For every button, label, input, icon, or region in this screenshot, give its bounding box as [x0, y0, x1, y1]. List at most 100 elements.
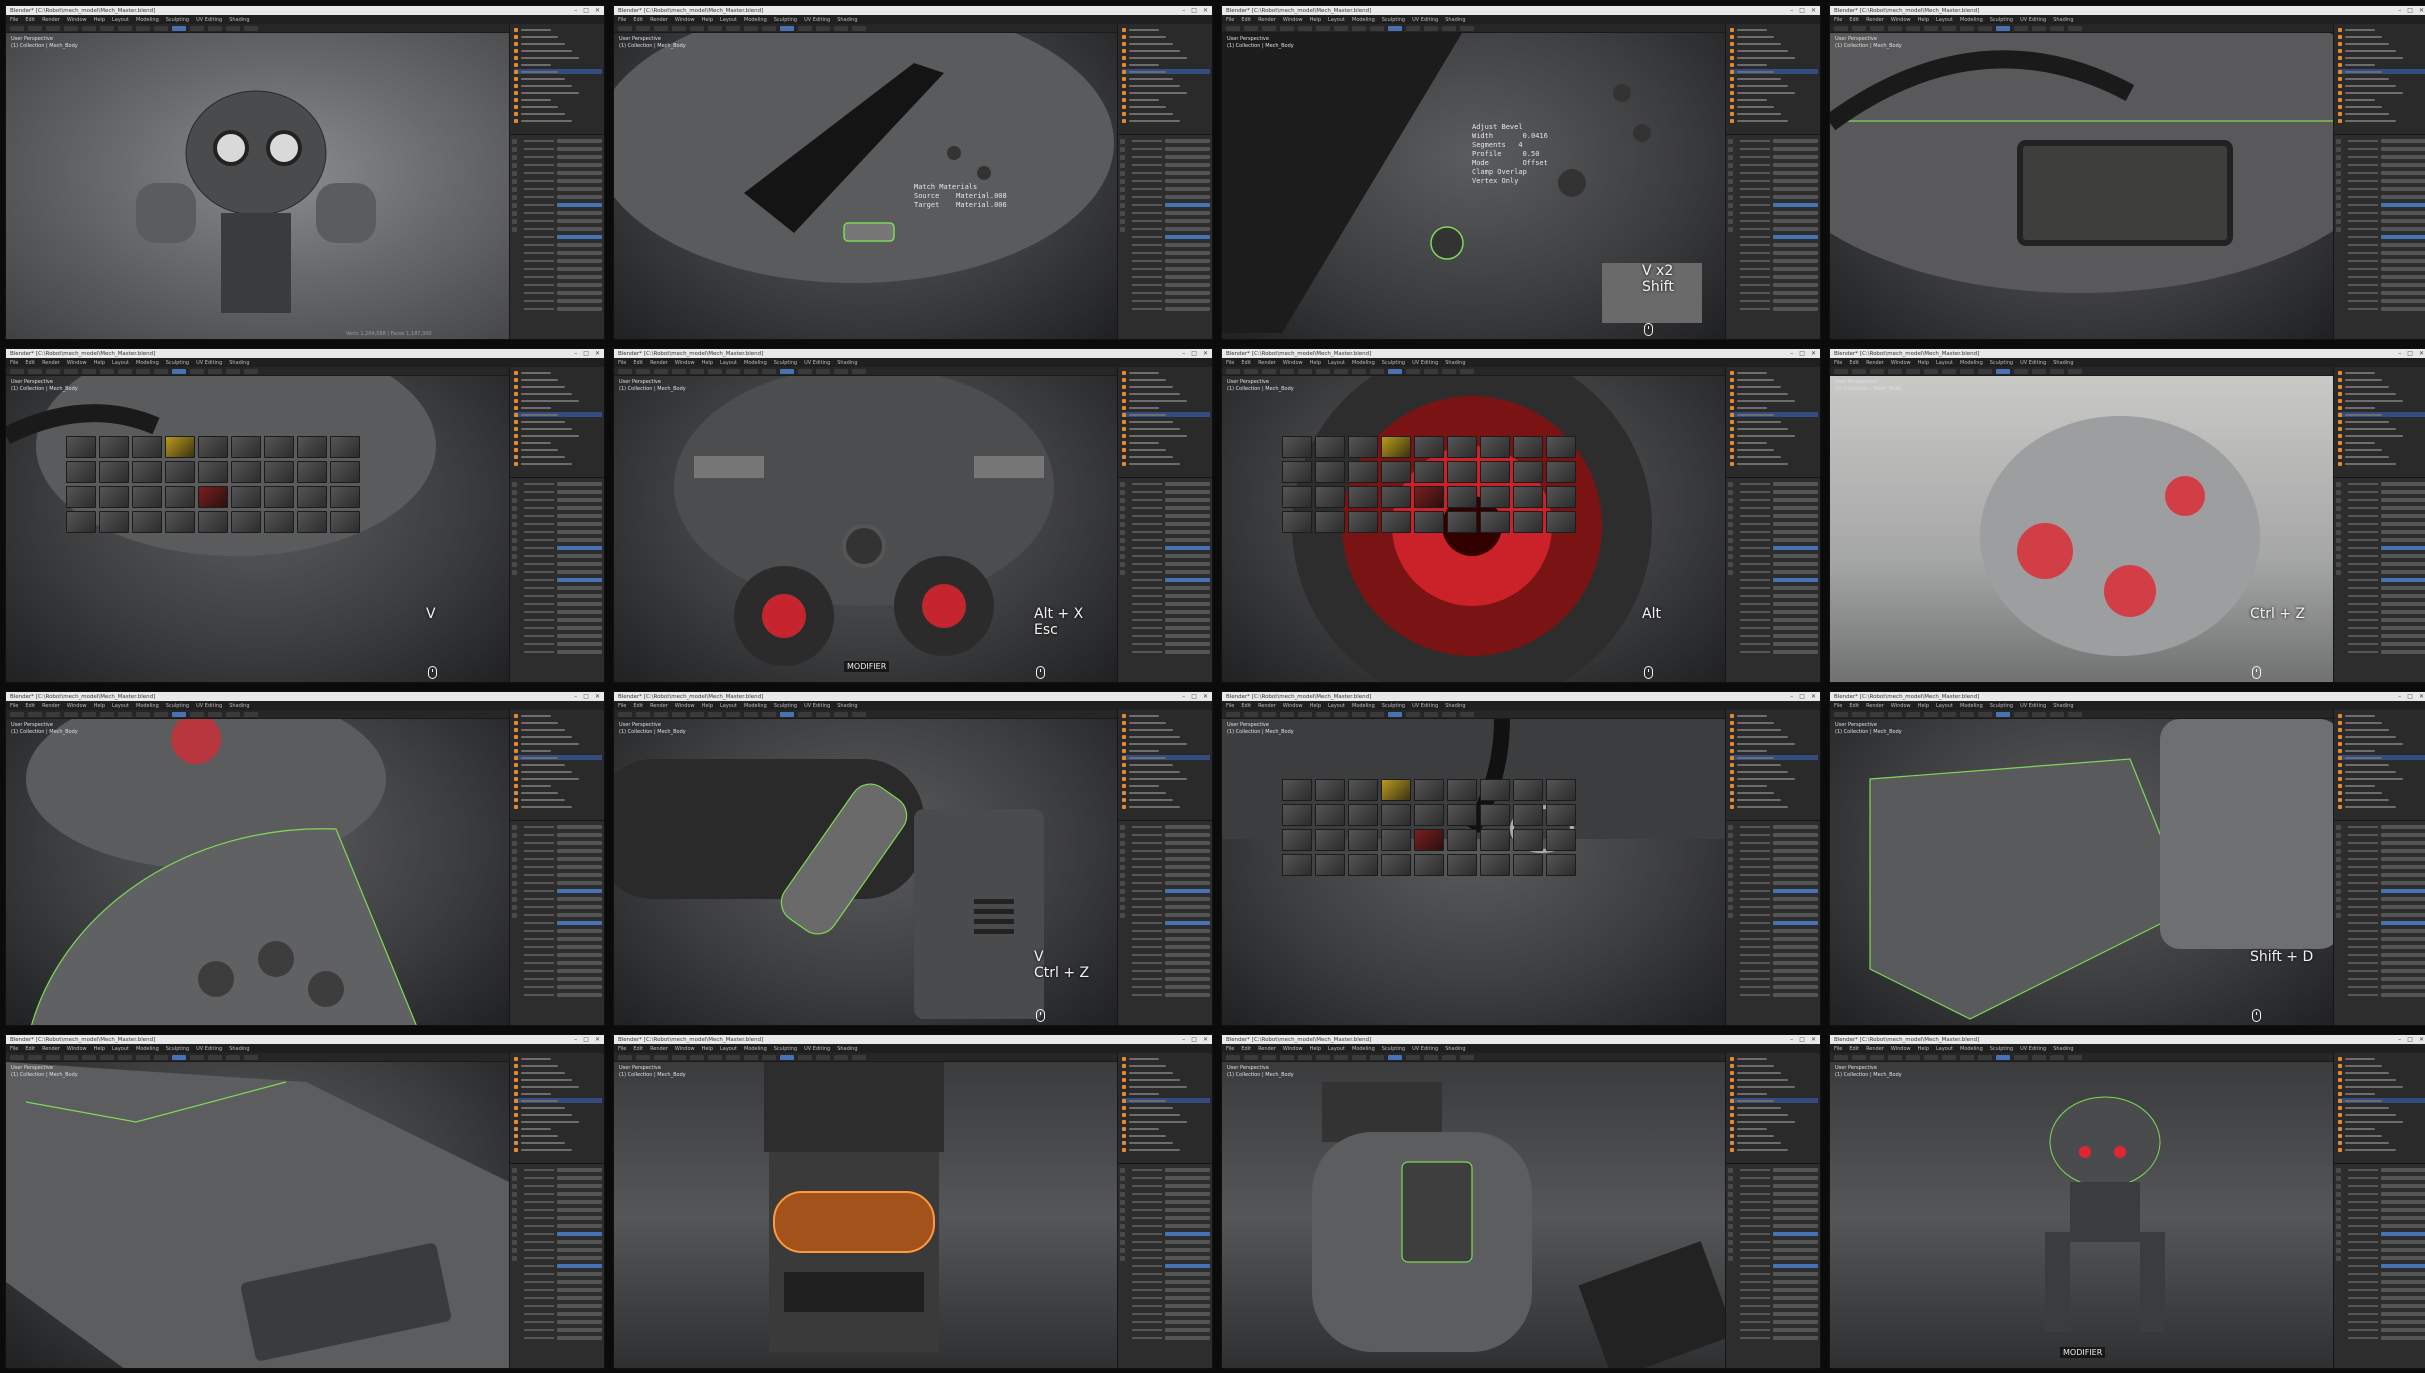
property-field[interactable] — [2381, 602, 2425, 606]
outliner-item[interactable] — [1730, 419, 1818, 424]
property-field[interactable] — [557, 522, 602, 526]
property-row[interactable] — [1132, 1248, 1210, 1252]
properties-tab-icon[interactable] — [1120, 1248, 1125, 1253]
property-field[interactable] — [557, 1200, 602, 1204]
menu-item[interactable]: UV Editing — [1412, 1046, 1438, 1052]
header-tool-button[interactable] — [64, 368, 78, 374]
properties-tab-icon[interactable] — [1728, 849, 1733, 854]
property-field[interactable] — [1773, 482, 1818, 486]
properties-tab-icon[interactable] — [1120, 1184, 1125, 1189]
property-field[interactable] — [2381, 530, 2425, 534]
outliner-item[interactable] — [2338, 1084, 2425, 1089]
property-field[interactable] — [1165, 873, 1210, 877]
outliner-item[interactable] — [1122, 762, 1210, 767]
outliner-item[interactable] — [1122, 1112, 1210, 1117]
property-row[interactable] — [1740, 211, 1818, 215]
minimize-button[interactable]: – — [1790, 7, 1793, 14]
menu-item[interactable]: File — [10, 360, 18, 366]
outliner-item[interactable] — [1122, 769, 1210, 774]
property-field[interactable] — [1773, 506, 1818, 510]
outliner-item[interactable] — [2338, 55, 2425, 60]
property-row[interactable] — [2348, 546, 2425, 550]
menu-item[interactable]: Shading — [2053, 17, 2073, 23]
header-tool-button[interactable] — [1316, 1054, 1330, 1060]
property-row[interactable] — [524, 921, 602, 925]
properties-tab-icon[interactable] — [1120, 1176, 1125, 1181]
property-row[interactable] — [524, 961, 602, 965]
property-row[interactable] — [1132, 155, 1210, 159]
property-field[interactable] — [1165, 1272, 1210, 1276]
property-row[interactable] — [1740, 1296, 1818, 1300]
menu-item[interactable]: Layout — [1328, 17, 1345, 23]
property-field[interactable] — [1165, 833, 1210, 837]
outliner-item[interactable] — [1122, 76, 1210, 81]
properties-tab-icon[interactable] — [1728, 195, 1733, 200]
properties-tab-icon[interactable] — [2336, 897, 2341, 902]
property-field[interactable] — [1165, 498, 1210, 502]
outliner-item[interactable] — [1122, 1063, 1210, 1068]
property-field[interactable] — [1773, 1264, 1818, 1268]
property-row[interactable] — [1740, 937, 1818, 941]
property-field[interactable] — [557, 506, 602, 510]
properties-tab-icon[interactable] — [1120, 857, 1125, 862]
property-field[interactable] — [2381, 1184, 2425, 1188]
asset-tile[interactable] — [330, 486, 360, 508]
header-tool-button[interactable] — [1334, 1054, 1348, 1060]
outliner-item[interactable] — [2338, 62, 2425, 67]
property-field[interactable] — [557, 1184, 602, 1188]
property-field[interactable] — [1773, 490, 1818, 494]
outliner-item[interactable] — [1730, 104, 1818, 109]
property-row[interactable] — [1132, 171, 1210, 175]
menu-item[interactable]: File — [1834, 703, 1842, 709]
properties-tab-icon[interactable] — [1120, 514, 1125, 519]
property-row[interactable] — [524, 1304, 602, 1308]
asset-tile[interactable] — [1447, 511, 1477, 533]
property-row[interactable] — [1740, 1208, 1818, 1212]
property-field[interactable] — [557, 1336, 602, 1340]
outliner-item[interactable] — [514, 419, 602, 424]
outliner-item[interactable] — [1730, 1133, 1818, 1138]
header-tool-button[interactable] — [1996, 368, 2010, 374]
header-tool-button[interactable] — [618, 1054, 632, 1060]
properties-tab-icon[interactable] — [1120, 139, 1125, 144]
property-row[interactable] — [2348, 1168, 2425, 1172]
property-field[interactable] — [2381, 283, 2425, 287]
asset-tile[interactable] — [231, 461, 261, 483]
properties-tab-icon[interactable] — [512, 490, 517, 495]
property-row[interactable] — [1132, 650, 1210, 654]
outliner-item[interactable] — [514, 377, 602, 382]
property-field[interactable] — [1773, 1200, 1818, 1204]
outliner-item[interactable] — [1730, 1140, 1818, 1145]
property-row[interactable] — [1132, 626, 1210, 630]
header-tool-button[interactable] — [1460, 711, 1474, 717]
property-field[interactable] — [1165, 546, 1210, 550]
outliner-item[interactable] — [514, 762, 602, 767]
property-field[interactable] — [1773, 187, 1818, 191]
header-tool-button[interactable] — [64, 25, 78, 31]
property-field[interactable] — [557, 857, 602, 861]
property-row[interactable] — [1740, 1264, 1818, 1268]
menu-item[interactable]: Edit — [25, 1046, 35, 1052]
property-row[interactable] — [524, 538, 602, 542]
menu-item[interactable]: Sculpting — [774, 360, 797, 366]
property-row[interactable] — [524, 1192, 602, 1196]
property-row[interactable] — [1132, 1168, 1210, 1172]
outliner-item[interactable] — [514, 447, 602, 452]
header-tool-button[interactable] — [1442, 1054, 1456, 1060]
property-row[interactable] — [1740, 1312, 1818, 1316]
property-row[interactable] — [2348, 1288, 2425, 1292]
property-row[interactable] — [2348, 506, 2425, 510]
asset-tile[interactable] — [198, 486, 228, 508]
menu-item[interactable]: File — [10, 17, 18, 23]
outliner-item[interactable] — [1122, 1147, 1210, 1152]
property-field[interactable] — [2381, 155, 2425, 159]
property-field[interactable] — [1773, 546, 1818, 550]
asset-tile[interactable] — [132, 461, 162, 483]
property-field[interactable] — [2381, 243, 2425, 247]
property-field[interactable] — [557, 825, 602, 829]
header-tool-button[interactable] — [1334, 25, 1348, 31]
property-field[interactable] — [557, 1328, 602, 1332]
property-field[interactable] — [1165, 227, 1210, 231]
property-row[interactable] — [1740, 147, 1818, 151]
property-row[interactable] — [1740, 626, 1818, 630]
